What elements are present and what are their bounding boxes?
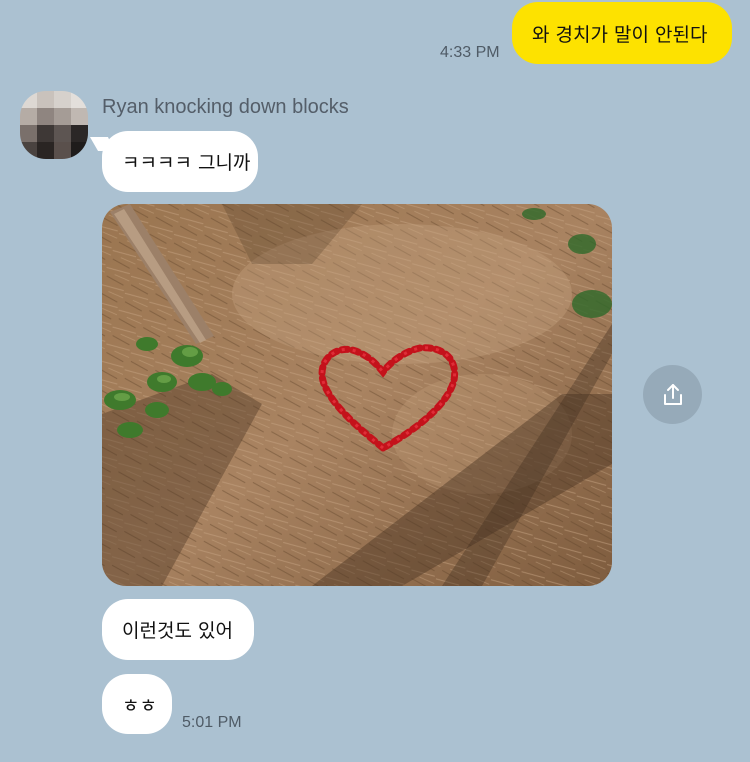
incoming-message-bubble[interactable]: ㅎㅎ [102,674,172,734]
share-button[interactable] [643,365,702,424]
message-text: ㅋㅋㅋㅋ 그니까 [122,152,251,174]
message-text: 와 경치가 말이 안된다 [532,23,708,46]
incoming-message-bubble[interactable]: 이런것도 있어 [102,599,254,660]
outgoing-message-bubble[interactable]: 와 경치가 말이 안된다 [512,2,732,64]
chat-room: 4:33 PM 와 경치가 말이 안된다 Ryan knocking down … [0,0,750,762]
message-text: 이런것도 있어 [122,620,233,642]
message-time: 5:01 PM [182,714,242,731]
photo-heart-on-ground [102,204,612,586]
incoming-message-bubble[interactable]: ㅋㅋㅋㅋ 그니까 [102,131,258,192]
message-time: 4:33 PM [440,44,500,61]
share-icon [663,383,682,405]
message-text: ㅎㅎ [122,694,157,717]
sender-name: Ryan knocking down blocks [102,96,349,118]
photo-message[interactable] [102,204,612,586]
sender-avatar[interactable] [20,91,88,159]
